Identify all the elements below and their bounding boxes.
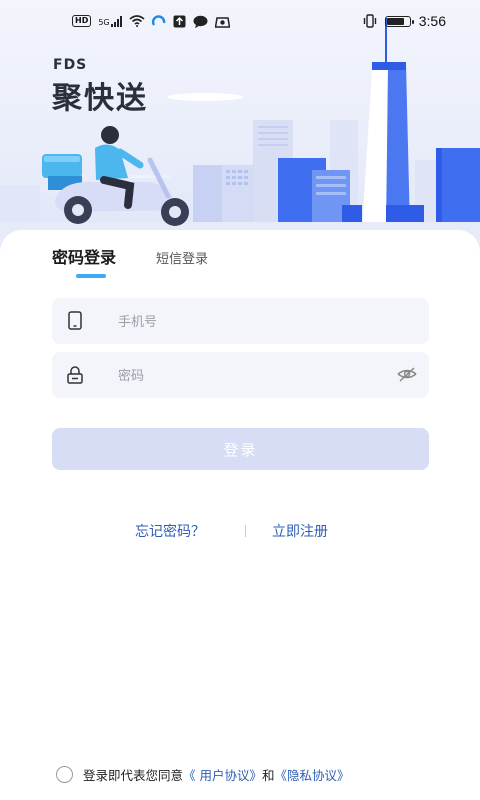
upload-icon xyxy=(173,15,186,27)
chat-icon xyxy=(193,15,208,28)
lock-icon xyxy=(67,366,83,384)
eye-hidden-icon[interactable] xyxy=(397,366,417,384)
status-bar-left: HD 5G xyxy=(72,14,230,28)
phone-input[interactable] xyxy=(116,298,390,346)
phone-field[interactable] xyxy=(52,298,429,346)
app-notification-icon xyxy=(151,15,165,26)
signal-label: 5G xyxy=(98,18,110,27)
agreement-row: 登录即代表您同意 《 用户协议》 和 《隐私协议》 xyxy=(56,765,350,784)
register-link[interactable]: 立即注册 xyxy=(272,521,328,541)
vibrate-icon xyxy=(363,14,376,28)
battery-icon xyxy=(384,15,414,27)
user-agreement-link[interactable]: 《 用户协议》 xyxy=(183,765,262,784)
status-time: 3:56 xyxy=(418,13,446,29)
hd-network-badge: HD xyxy=(72,15,92,27)
agreement-checkbox[interactable] xyxy=(56,766,73,783)
password-field[interactable] xyxy=(52,352,429,400)
active-tab-indicator xyxy=(76,274,106,278)
wifi-icon xyxy=(129,15,145,27)
signal-icon: 5G xyxy=(98,15,122,27)
phone-icon xyxy=(68,311,82,330)
account-links: 忘记密码？ 立即注册 xyxy=(0,521,480,543)
status-bar-right: 3:56 xyxy=(363,13,446,29)
login-card: 密码登录 短信登录 登录 忘记密码？ 立即注册 xyxy=(0,230,480,800)
status-bar: HD 5G 3:56 xyxy=(0,0,480,44)
login-button[interactable]: 登录 xyxy=(52,428,429,470)
forgot-password-link[interactable]: 忘记密码？ xyxy=(135,521,205,541)
tab-sms-login[interactable]: 短信登录 xyxy=(156,248,208,267)
app-icon xyxy=(214,16,230,28)
links-divider xyxy=(245,525,246,537)
brand-logo-mark: FDS xyxy=(53,57,88,73)
login-tabs: 密码登录 短信登录 xyxy=(52,244,208,268)
agreement-and: 和 xyxy=(262,768,275,783)
battery-level xyxy=(386,17,404,25)
agreement-prefix: 登录即代表您同意 xyxy=(83,768,184,783)
tab-password-login[interactable]: 密码登录 xyxy=(52,244,116,268)
brand-logo-name: 聚快送 xyxy=(52,81,148,116)
privacy-policy-link[interactable]: 《隐私协议》 xyxy=(275,765,350,784)
password-input[interactable] xyxy=(116,352,390,400)
